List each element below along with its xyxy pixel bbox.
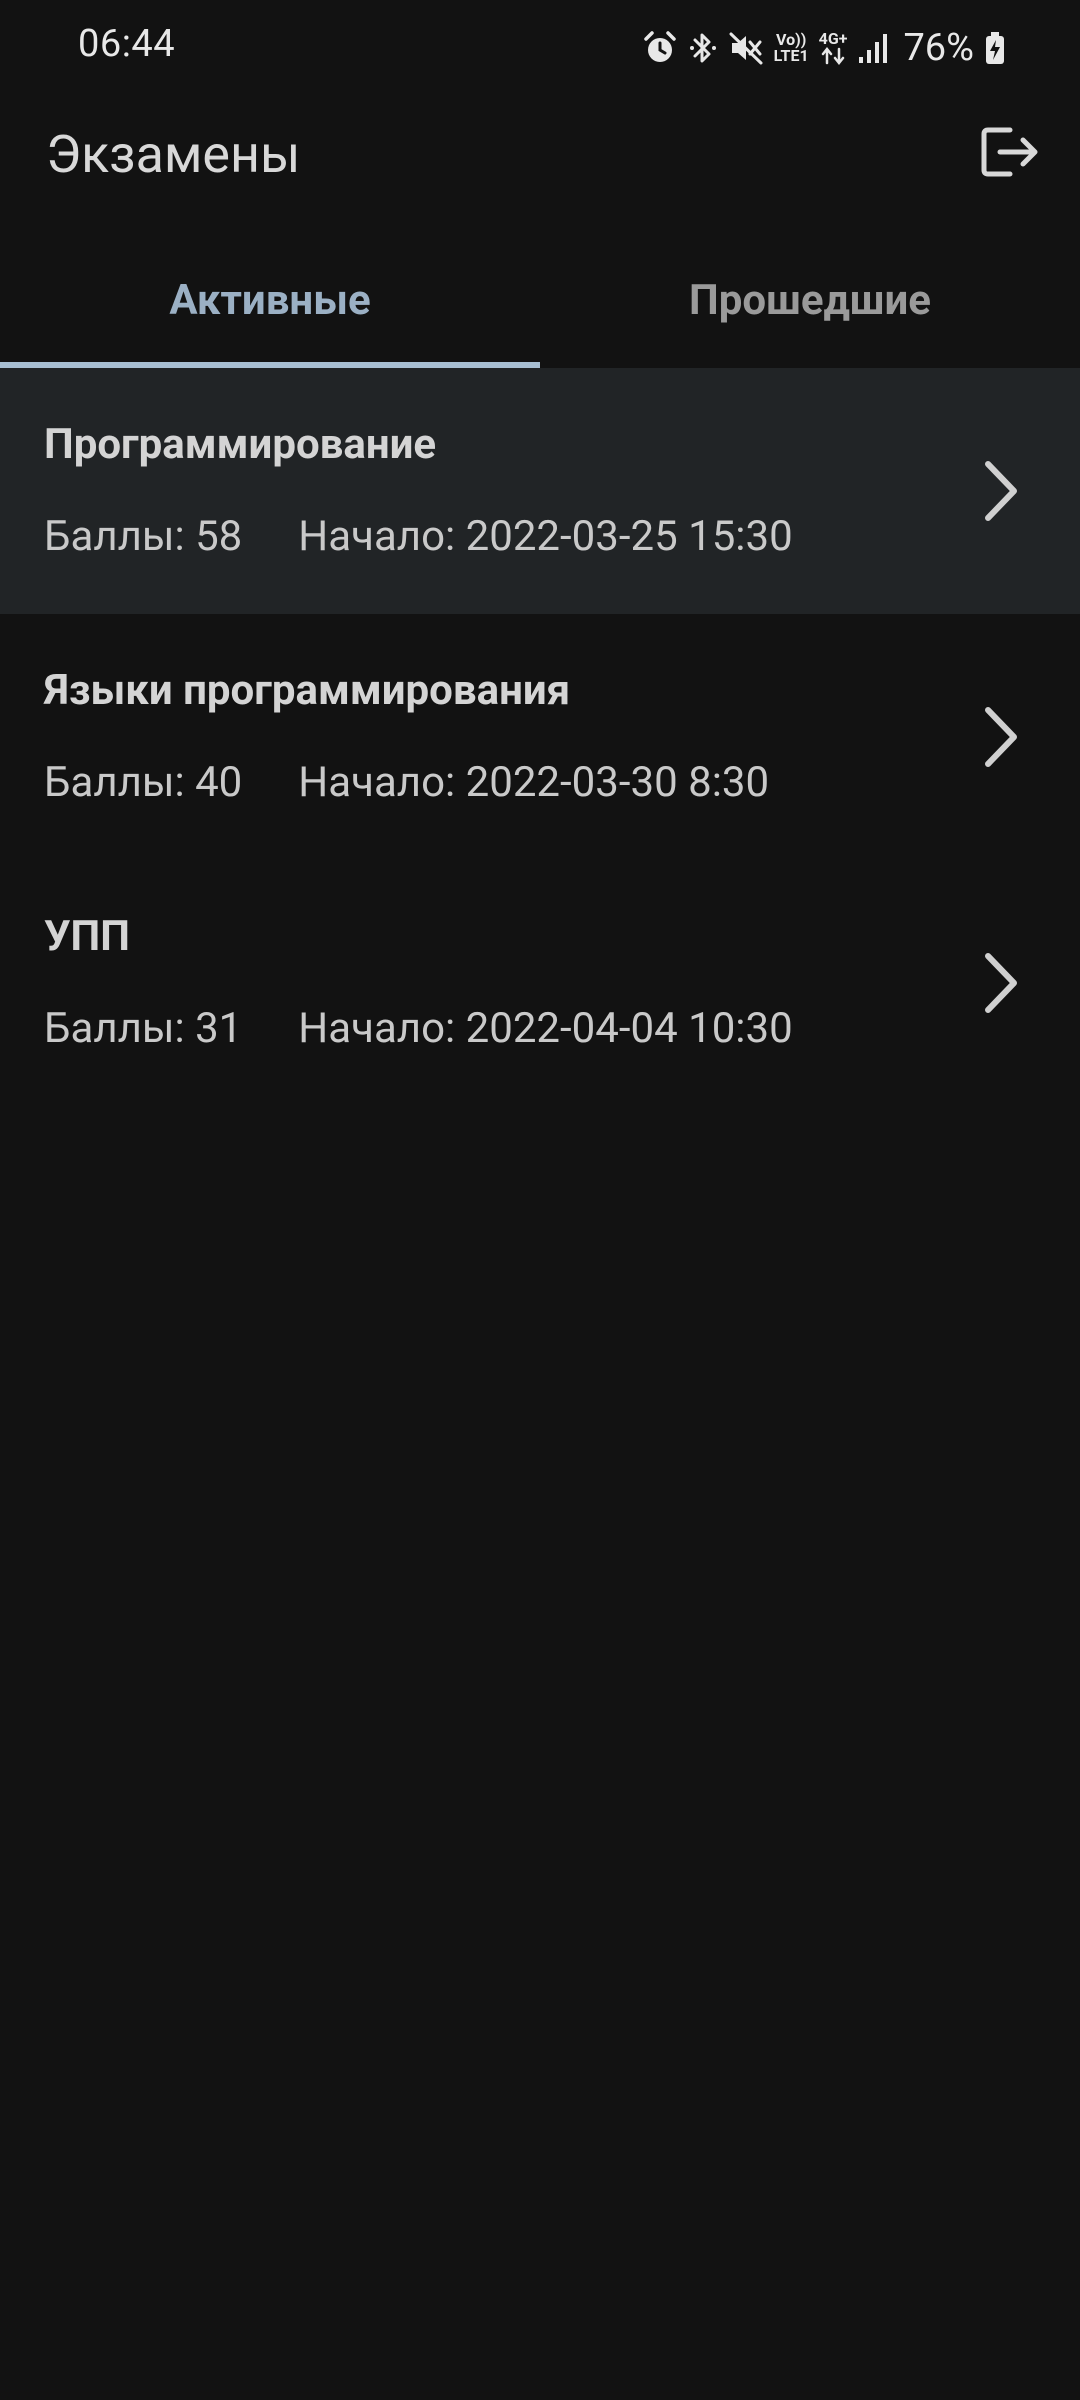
status-icons: Vo)) LTE1 4G+ 76% [642,18,1006,78]
list-item[interactable]: Программирование Баллы: 58 Начало: 2022-0… [0,368,1080,614]
exam-meta: Баллы: 31 Начало: 2022-04-04 10:30 [44,1004,793,1053]
tab-active[interactable]: Активные [0,240,540,368]
app-bar: Экзамены [0,96,1080,216]
tab-active-label: Активные [169,275,371,325]
status-time: 06:44 [78,22,176,66]
logout-icon [980,124,1040,184]
exam-meta: Баллы: 58 Начало: 2022-03-25 15:30 [44,512,793,561]
4g-plus-icon: 4G+ [819,31,847,65]
page-title: Экзамены [46,124,301,185]
exam-points: Баллы: 31 [44,1004,243,1053]
exam-list: Программирование Баллы: 58 Начало: 2022-0… [0,368,1080,1106]
exam-name: Языки программирования [44,666,571,715]
chevron-right-icon [976,702,1024,772]
exam-start: Начало: 2022-03-25 15:30 [298,512,793,561]
signal-icon [857,31,889,65]
tab-past-label: Прошедшие [689,275,931,325]
list-item[interactable]: УПП Баллы: 31 Начало: 2022-04-04 10:30 [0,860,1080,1106]
alarm-icon [642,30,678,66]
chevron-right-icon [976,948,1024,1018]
battery-charging-icon [984,30,1006,66]
exam-points: Баллы: 40 [44,758,243,807]
status-bar: 06:44 Vo)) LTE1 4G+ 76% [0,0,1080,96]
exam-meta: Баллы: 40 Начало: 2022-03-30 8:30 [44,758,769,807]
bluetooth-icon [688,30,718,66]
exam-name: Программирование [44,420,437,469]
list-item[interactable]: Языки программирования Баллы: 40 Начало: … [0,614,1080,860]
tab-bar: Активные Прошедшие [0,240,1080,368]
chevron-right-icon [976,456,1024,526]
battery-percent: 76% [903,26,974,70]
exam-start: Начало: 2022-03-30 8:30 [298,758,770,807]
exam-points: Баллы: 58 [44,512,243,561]
exam-start: Начало: 2022-04-04 10:30 [298,1004,793,1053]
exam-name: УПП [44,912,130,961]
tab-past[interactable]: Прошедшие [540,240,1080,368]
mute-icon [728,30,764,66]
volte-icon: Vo)) LTE1 [773,30,809,65]
logout-button[interactable] [974,118,1046,190]
